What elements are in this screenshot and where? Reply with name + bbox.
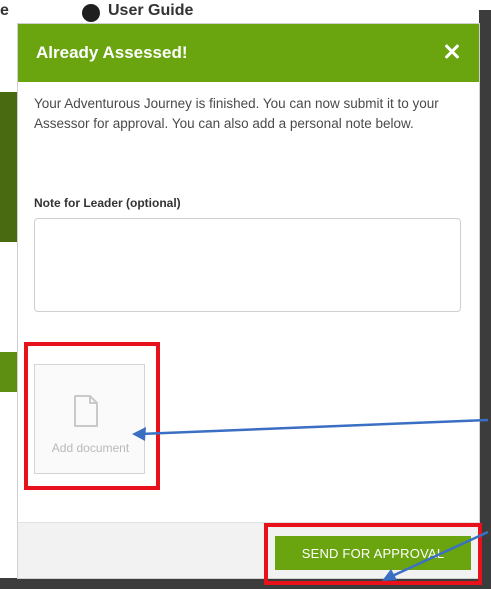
note-label: Note for Leader (optional)	[34, 196, 181, 210]
background-green-band	[0, 92, 18, 242]
modal-message: Your Adventurous Journey is finished. Yo…	[34, 96, 439, 131]
modal-footer: SEND FOR APPROVAL	[18, 522, 479, 578]
background-fragment-title: User Guide	[108, 2, 194, 19]
note-for-leader-input[interactable]	[34, 218, 461, 312]
background-dark-edge-right	[479, 10, 491, 589]
info-icon	[82, 4, 100, 22]
close-icon[interactable]	[437, 36, 467, 66]
background-green-band-lower	[0, 352, 18, 392]
background-topbar: e User Guide	[0, 0, 491, 24]
send-for-approval-button[interactable]: SEND FOR APPROVAL	[275, 536, 471, 570]
modal-body: Your Adventurous Journey is finished. Yo…	[18, 82, 479, 522]
add-document-label: Add document	[51, 441, 130, 455]
background-fragment-left: e	[0, 2, 9, 19]
document-icon	[74, 395, 98, 427]
add-document-button[interactable]: Add document	[34, 364, 145, 474]
modal-header: Already Assessed!	[18, 24, 479, 82]
background-dark-edge-bottom	[0, 578, 491, 589]
modal-title: Already Assessed!	[36, 43, 188, 62]
already-assessed-modal: Already Assessed! Your Adventurous Journ…	[18, 24, 479, 578]
